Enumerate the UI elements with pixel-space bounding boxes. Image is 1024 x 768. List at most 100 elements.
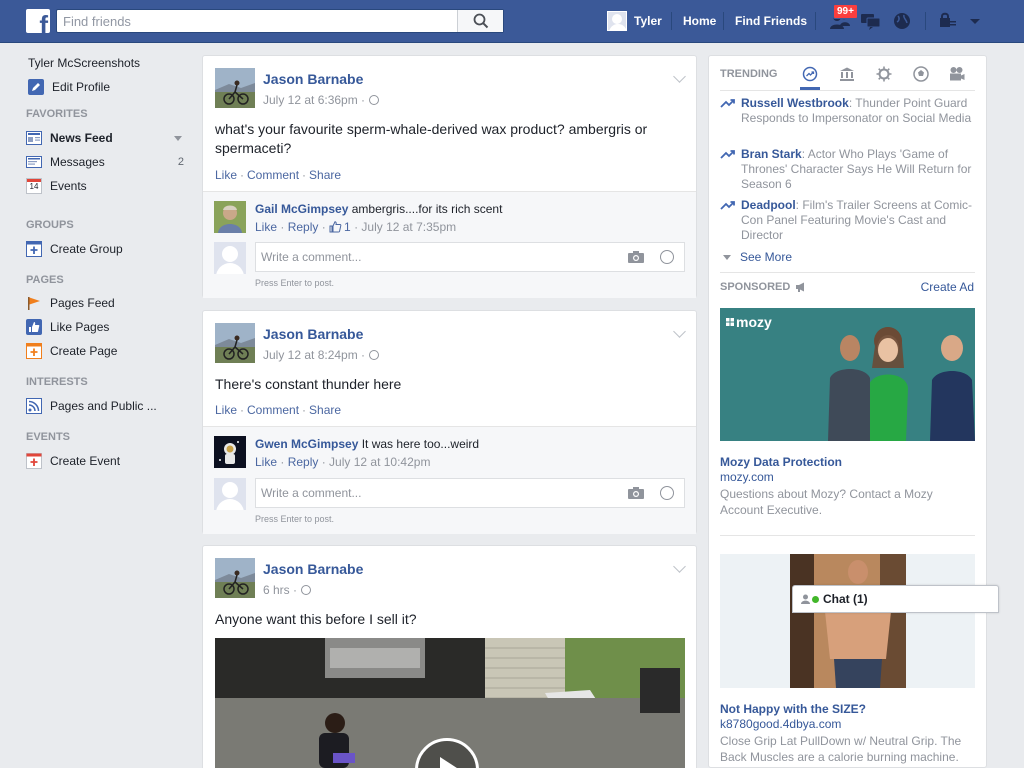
profile-link[interactable]: Tyler xyxy=(607,11,662,31)
commenter-avatar[interactable] xyxy=(214,436,246,468)
search-icon xyxy=(473,13,489,29)
sidebar-item-pages-feed[interactable]: Pages Feed xyxy=(26,294,191,312)
avatar-photo-icon xyxy=(215,558,255,598)
trending-item[interactable]: Russell Westbrook: Thunder Point Guard R… xyxy=(720,96,975,144)
ad-image[interactable] xyxy=(720,554,975,688)
avatar-photo-icon xyxy=(214,201,246,233)
sidebar-item-create-group[interactable]: Create Group xyxy=(26,240,191,258)
facebook-logo-icon[interactable]: f xyxy=(26,9,50,33)
sidebar-item-messages[interactable]: Messages 2 xyxy=(26,153,191,171)
see-more-link[interactable]: See More xyxy=(720,250,792,264)
trending-top-icon[interactable] xyxy=(802,66,818,82)
camera-icon[interactable] xyxy=(628,251,644,263)
post-author-name[interactable]: Jason Barnabe xyxy=(263,71,363,87)
search-input[interactable] xyxy=(57,10,459,32)
messages-icon[interactable] xyxy=(860,11,882,31)
comment-author[interactable]: Gwen McGimpsey xyxy=(255,437,358,451)
emoji-icon[interactable] xyxy=(660,486,674,500)
section-heading-favorites: FAVORITES xyxy=(26,108,88,120)
play-icon xyxy=(440,757,457,768)
feed-post: Jason Barnabe July 12 at 6:36pm · what's… xyxy=(202,55,697,298)
comment-like-button[interactable]: Like xyxy=(255,455,277,469)
post-text: what's your favourite sperm-whale-derive… xyxy=(215,121,648,156)
ad-image[interactable]: mozy xyxy=(720,308,975,441)
sidebar-item-events[interactable]: 14 Events xyxy=(26,177,191,195)
ad-url[interactable]: mozy.com xyxy=(720,470,774,484)
author-avatar[interactable] xyxy=(215,323,255,363)
sports-icon[interactable] xyxy=(913,66,929,82)
commenter-avatar[interactable] xyxy=(214,201,246,233)
trending-item[interactable]: Deadpool: Film's Trailer Screens at Comi… xyxy=(720,198,975,246)
comment-reply-button[interactable]: Reply xyxy=(288,455,319,469)
profile-name: Tyler xyxy=(634,14,662,28)
play-button[interactable] xyxy=(415,738,479,768)
comment-like-button[interactable]: Like xyxy=(255,220,277,234)
trending-heading: TRENDING xyxy=(720,68,778,80)
sidebar-item-like-pages[interactable]: Like Pages xyxy=(26,318,191,336)
post-author-name[interactable]: Jason Barnabe xyxy=(263,326,363,342)
separator-dot: · xyxy=(302,403,307,417)
sidebar-item-edit-profile[interactable]: Edit Profile xyxy=(28,78,193,96)
like-button[interactable]: Like xyxy=(215,403,237,417)
globe-icon xyxy=(301,585,312,595)
science-tech-icon[interactable] xyxy=(876,66,892,82)
comment-reply-button[interactable]: Reply xyxy=(288,220,319,234)
comment-author[interactable]: Gail McGimpsey xyxy=(255,202,348,216)
post-timestamp[interactable]: July 12 at 6:36pm · xyxy=(263,93,380,107)
write-comment-input[interactable] xyxy=(256,243,606,271)
chevron-down-icon[interactable] xyxy=(673,325,686,338)
comment-like-count[interactable]: 1 xyxy=(344,220,351,234)
feed-post: Jason Barnabe July 12 at 8:24pm · There'… xyxy=(202,310,697,534)
trending-item-text: Bran Stark: Actor Who Plays 'Game of Thr… xyxy=(741,147,972,191)
sidebar-item-label: Pages and Public ... xyxy=(50,399,157,413)
mozy-logo: mozy xyxy=(726,314,772,330)
ad-title[interactable]: Mozy Data Protection xyxy=(720,455,842,469)
post-text: There's constant thunder here xyxy=(215,376,402,392)
share-button[interactable]: Share xyxy=(309,403,341,417)
globe-icon xyxy=(369,95,380,105)
sidebar-profile-name[interactable]: Tyler McScreenshots xyxy=(28,54,193,72)
write-comment-input[interactable] xyxy=(256,479,606,507)
share-button[interactable]: Share xyxy=(309,168,341,182)
author-avatar[interactable] xyxy=(215,68,255,108)
ad-url[interactable]: k8780good.4dbya.com xyxy=(720,717,841,731)
sidebar-item-news-feed[interactable]: News Feed xyxy=(26,129,191,147)
chevron-down-icon[interactable] xyxy=(673,560,686,573)
video-thumbnail[interactable] xyxy=(215,638,685,768)
globe-icon[interactable] xyxy=(891,11,913,31)
ad-title[interactable]: Not Happy with the SIZE? xyxy=(720,702,866,716)
comment-time[interactable]: July 12 at 10:42pm xyxy=(329,455,430,469)
politics-icon[interactable] xyxy=(839,66,855,82)
post-time-text: July 12 at 8:24pm · xyxy=(263,348,366,362)
notification-badge: 99+ xyxy=(833,4,858,19)
trending-item[interactable]: Bran Stark: Actor Who Plays 'Game of Thr… xyxy=(720,147,975,195)
find-friends-link[interactable]: Find Friends xyxy=(735,14,807,28)
search-button[interactable] xyxy=(457,10,503,32)
sidebar-item-create-page[interactable]: Create Page xyxy=(26,342,191,360)
emoji-icon[interactable] xyxy=(660,250,674,264)
author-avatar[interactable] xyxy=(215,558,255,598)
comment-time[interactable]: July 12 at 7:35pm xyxy=(361,220,456,234)
chevron-down-icon[interactable] xyxy=(964,11,986,31)
post-timestamp[interactable]: 6 hrs · xyxy=(263,583,312,597)
camera-icon[interactable] xyxy=(628,487,644,499)
privacy-shortcuts-icon[interactable] xyxy=(937,11,959,31)
chat-tab[interactable]: Chat (1) xyxy=(792,585,999,613)
post-timestamp[interactable]: July 12 at 8:24pm · xyxy=(263,348,380,362)
comment-actions: Like · Reply · 1 · July 12 at 7:35pm xyxy=(255,220,457,234)
create-ad-link[interactable]: Create Ad xyxy=(921,280,974,294)
post-author-name[interactable]: Jason Barnabe xyxy=(263,561,363,577)
comment-button[interactable]: Comment xyxy=(247,168,299,182)
calendar-icon: 14 xyxy=(26,178,42,194)
post-text: Anyone want this before I sell it? xyxy=(215,611,417,627)
comment-button[interactable]: Comment xyxy=(247,403,299,417)
sidebar-item-pages-public[interactable]: Pages and Public ... xyxy=(26,397,191,415)
chevron-down-icon[interactable] xyxy=(174,135,182,141)
chevron-down-icon[interactable] xyxy=(673,70,686,83)
home-link[interactable]: Home xyxy=(683,14,716,28)
trending-arrow-icon xyxy=(720,201,735,210)
sidebar-item-create-event[interactable]: Create Event xyxy=(26,452,191,470)
entertainment-icon[interactable] xyxy=(949,66,965,82)
like-button[interactable]: Like xyxy=(215,168,237,182)
right-column: TRENDING Russell Westbrook: Thunder Poin… xyxy=(708,55,987,768)
